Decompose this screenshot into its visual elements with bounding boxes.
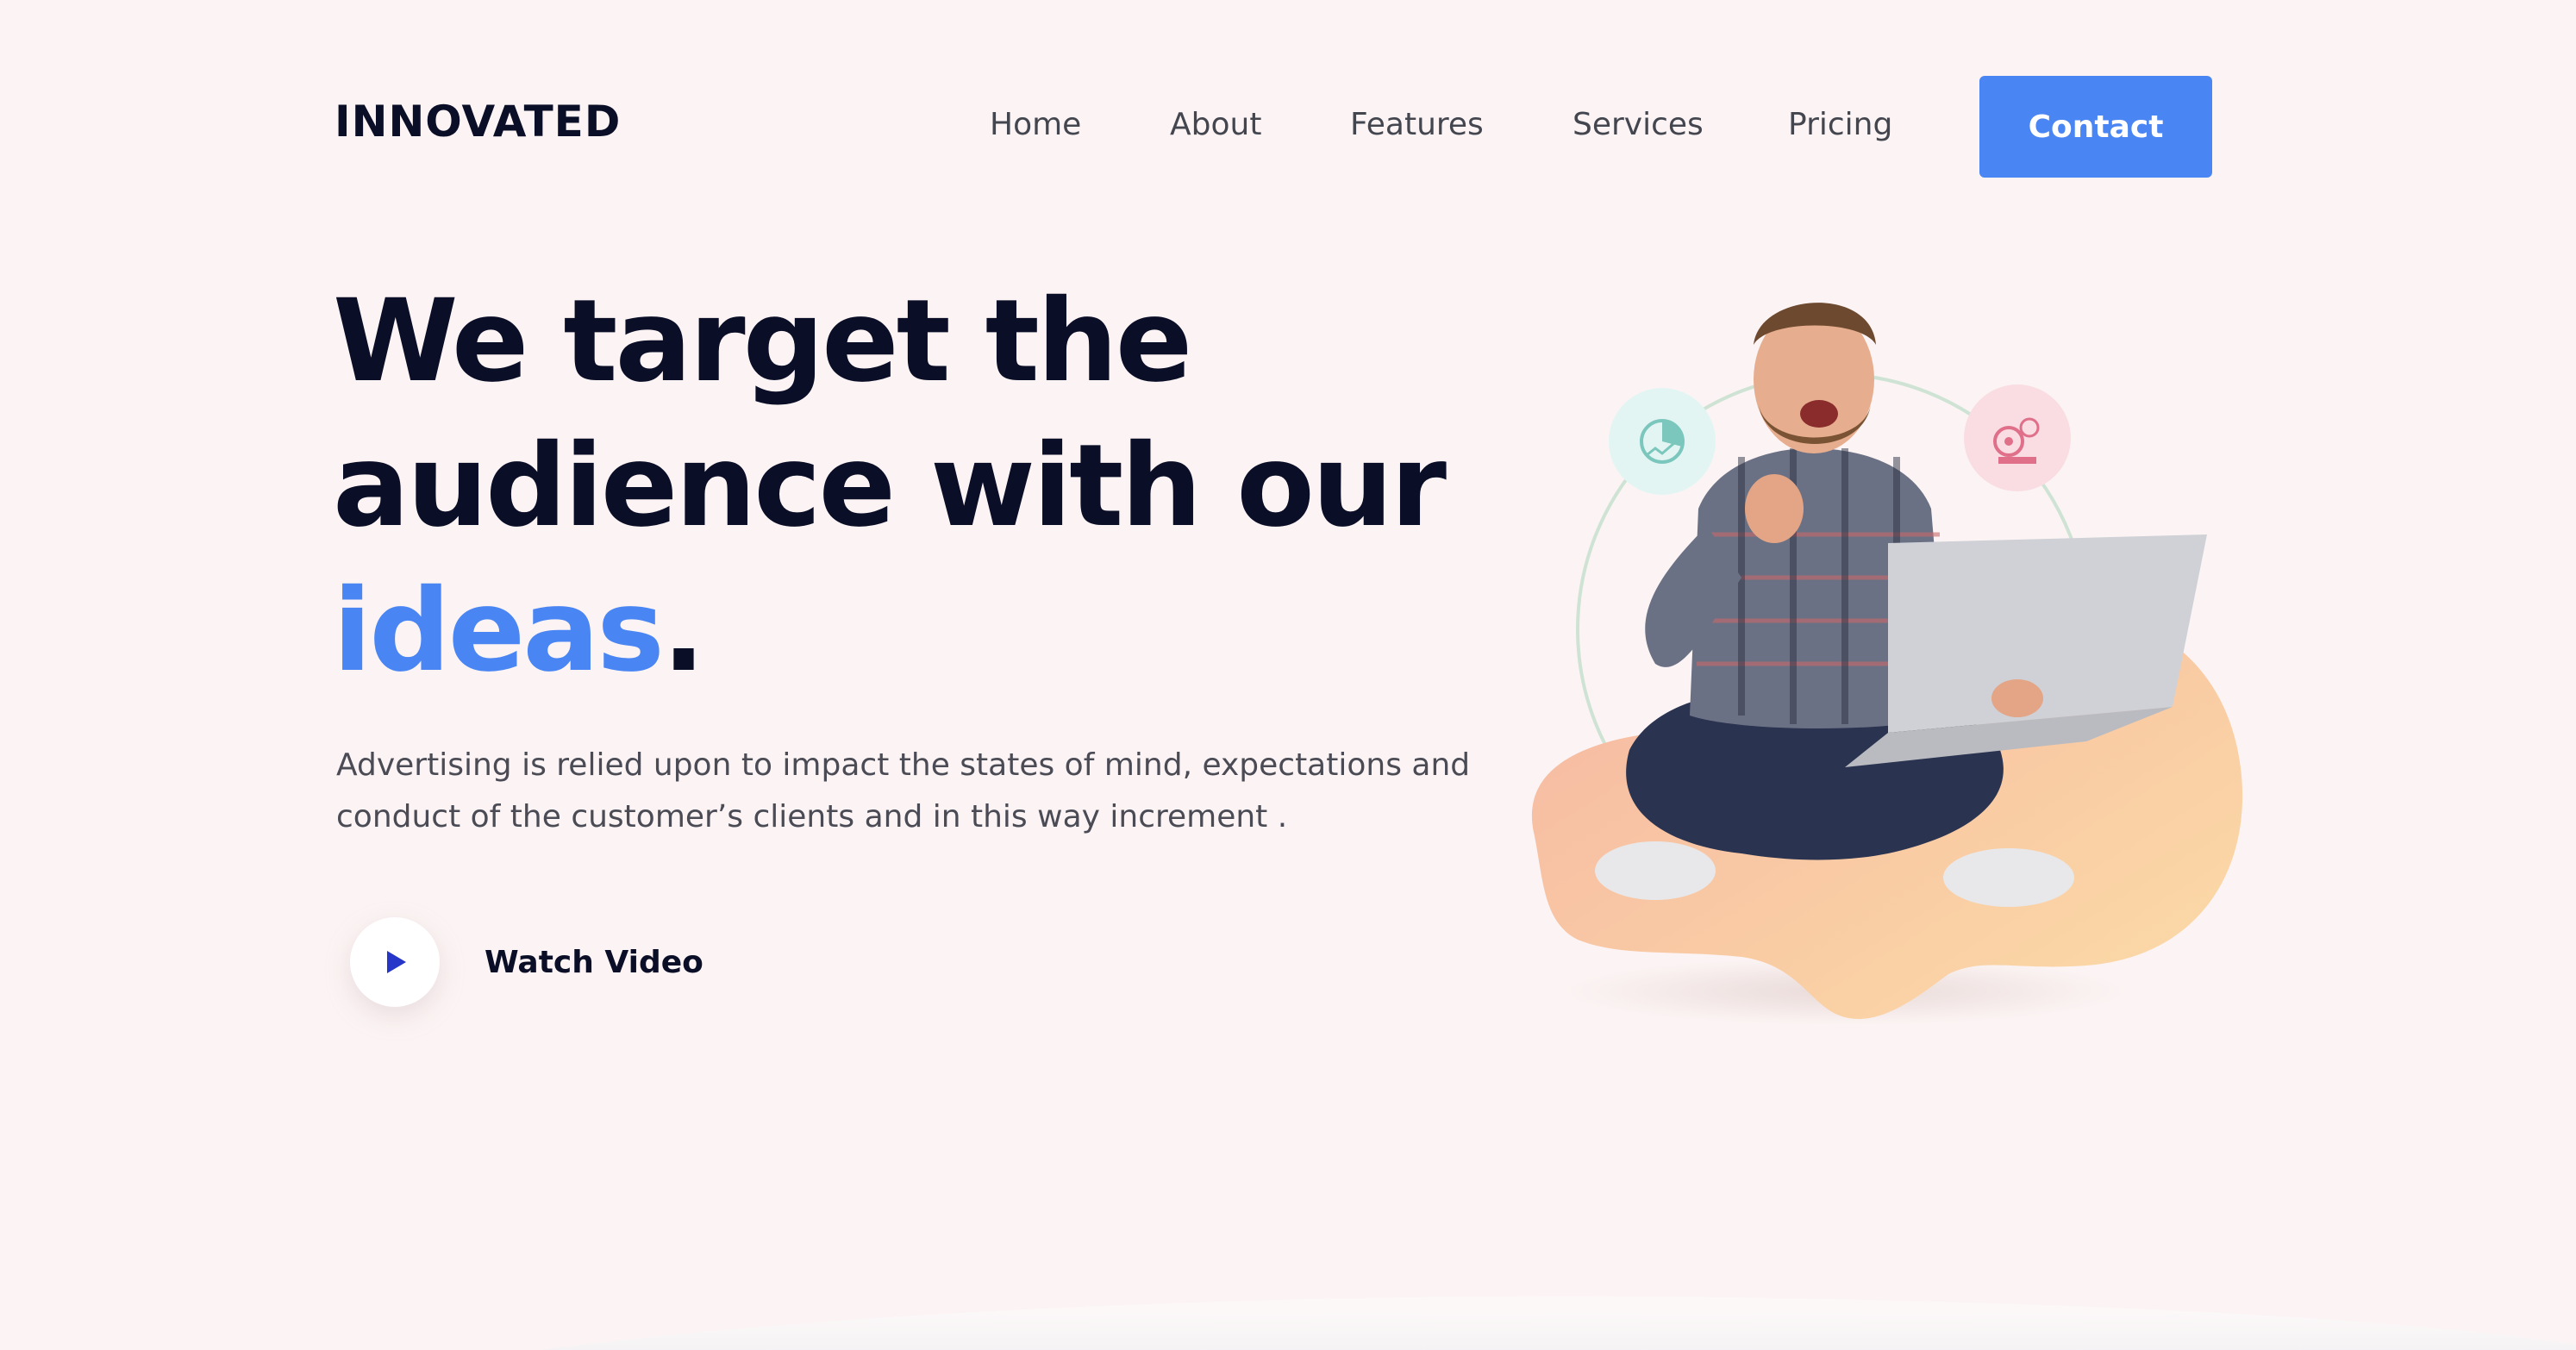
headline-accent-word: ideas	[333, 565, 665, 697]
hero-headline: We target the audience with our ideas.	[333, 269, 1454, 703]
bottom-wave	[541, 1296, 2576, 1350]
nav-pricing[interactable]: Pricing	[1788, 107, 1892, 142]
nav-services[interactable]: Services	[1572, 107, 1704, 142]
gears-icon	[1964, 384, 2071, 491]
play-video-button[interactable]	[350, 917, 440, 1007]
headline-line-1: We target the	[333, 275, 1192, 408]
brand-logo[interactable]: INNOVATED	[335, 97, 621, 147]
headline-period: .	[661, 565, 705, 697]
hero-illustration	[1531, 303, 2243, 1026]
pie-chart-icon	[1609, 388, 1716, 495]
contact-button[interactable]: Contact	[1979, 76, 2212, 178]
nav-features[interactable]: Features	[1350, 107, 1484, 142]
landing-page: INNOVATED Home About Features Services P…	[0, 0, 2576, 1350]
hero-description: Advertising is relied upon to impact the…	[336, 747, 1471, 834]
nav-about[interactable]: About	[1170, 107, 1261, 142]
nav-home[interactable]: Home	[990, 107, 1081, 142]
watch-video-label[interactable]: Watch Video	[485, 945, 703, 980]
headline-line-2: audience with our	[333, 420, 1447, 553]
play-icon	[387, 951, 406, 973]
